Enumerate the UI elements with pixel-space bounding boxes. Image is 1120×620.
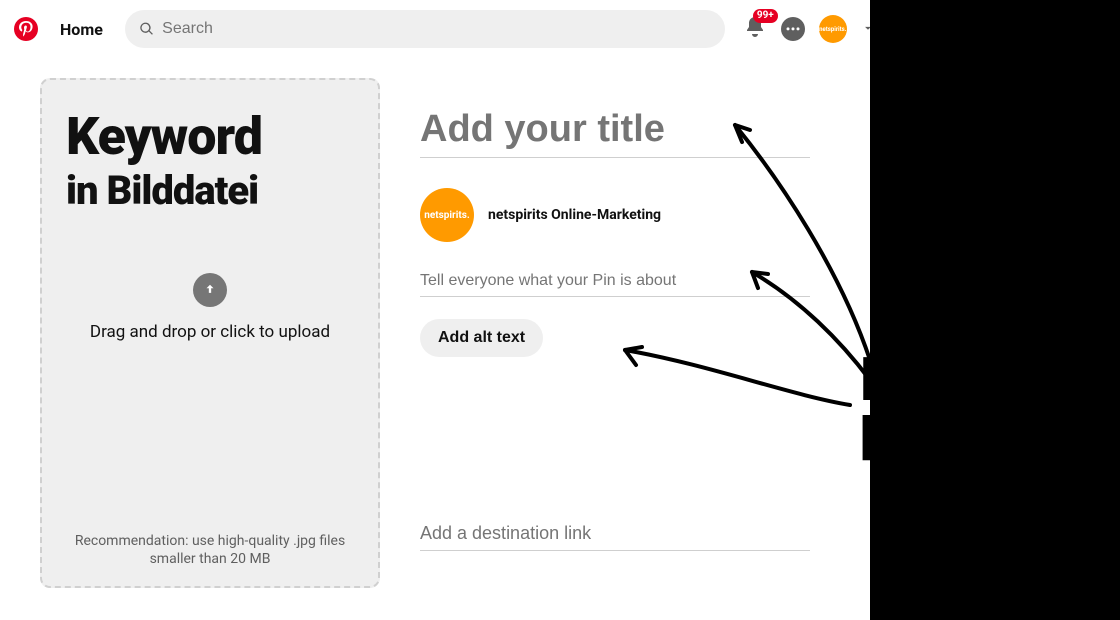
overlay-text-line2: hinz bbox=[860, 404, 971, 475]
author-avatar[interactable]: netspirits. bbox=[420, 188, 474, 242]
upload-center: Drag and drop or click to upload bbox=[66, 273, 354, 343]
overlay-keyword-line1: Keyword bbox=[66, 110, 354, 165]
upload-arrow-icon[interactable] bbox=[193, 273, 227, 307]
messages-icon[interactable] bbox=[781, 17, 805, 41]
upload-instructions: Drag and drop or click to upload bbox=[66, 321, 354, 343]
upload-recommendation: Recommendation: use high-quality .jpg fi… bbox=[66, 532, 354, 568]
search-input[interactable] bbox=[162, 20, 711, 38]
home-nav-button[interactable]: Home bbox=[48, 12, 115, 47]
main-area: Keyword in Bilddatei Drag and drop or cl… bbox=[0, 58, 1120, 588]
notification-badge: 99+ bbox=[753, 9, 778, 23]
pinterest-logo-icon[interactable] bbox=[14, 17, 38, 41]
notifications-icon[interactable]: 99+ bbox=[743, 15, 767, 43]
search-icon bbox=[139, 21, 154, 37]
annotation-arrow-alt bbox=[610, 335, 860, 425]
upload-dropzone[interactable]: Keyword in Bilddatei Drag and drop or cl… bbox=[40, 78, 380, 588]
author-name: netspirits Online-Marketing bbox=[488, 207, 661, 223]
search-bar[interactable] bbox=[125, 10, 725, 48]
destination-link-input[interactable] bbox=[420, 523, 810, 551]
overlay-text: Key hinz bbox=[860, 350, 971, 470]
overlay-keyword-line2: in Bilddatei bbox=[66, 169, 354, 213]
add-alt-text-button[interactable]: Add alt text bbox=[420, 319, 543, 357]
profile-avatar[interactable]: netspirits. bbox=[819, 15, 847, 43]
nav-icons: 99+ netspirits. bbox=[743, 15, 875, 43]
